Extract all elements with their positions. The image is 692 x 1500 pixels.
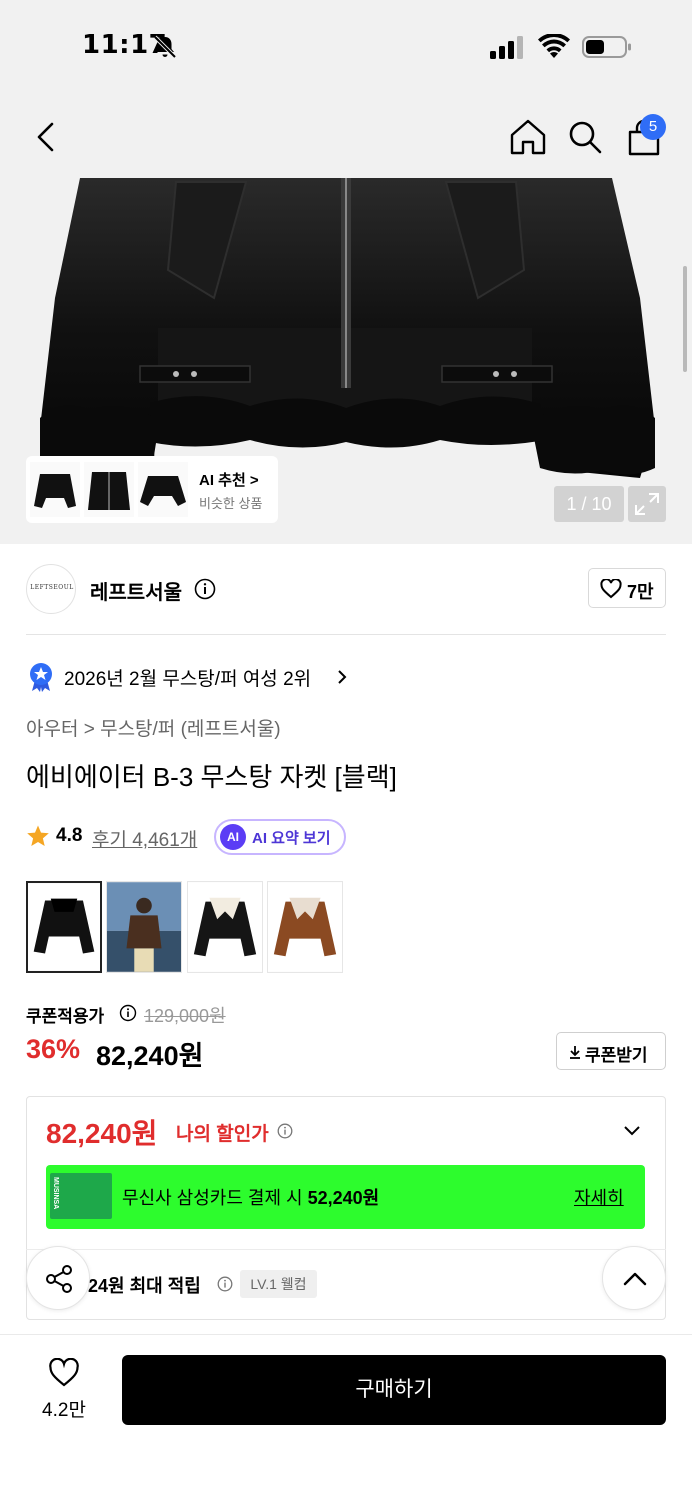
star-icon [27, 825, 49, 846]
wifi-icon [538, 34, 570, 58]
variant-thumb-black[interactable] [26, 881, 102, 973]
share-button[interactable] [26, 1246, 90, 1310]
samsung-card-image: MUSINSA [50, 1173, 112, 1219]
chevron-down-icon[interactable] [622, 1124, 642, 1138]
status-bar: 11:17 [0, 0, 692, 94]
get-coupon-button[interactable]: 쿠폰받기 [556, 1032, 666, 1070]
scroll-indicator[interactable] [683, 266, 687, 372]
product-title: 에비에이터 B-3 무스탕 자켓 [블랙] [26, 762, 397, 792]
original-price: 129,000원 [144, 1006, 226, 1026]
expand-icon [635, 493, 659, 515]
search-icon[interactable] [566, 118, 604, 156]
ranking-badge-icon [30, 663, 52, 692]
my-discount-price: 82,240원 [46, 1118, 158, 1149]
card-promo-banner[interactable]: MUSINSA 무신사 삼성카드 결제 시 52,240원 자세히 [46, 1165, 645, 1229]
variant-thumb-model[interactable] [106, 881, 182, 973]
promo-details-link[interactable]: 자세히 [574, 1184, 624, 1210]
bell-muted-icon [153, 35, 177, 59]
scroll-top-button[interactable] [602, 1246, 666, 1310]
battery-icon [582, 36, 631, 58]
info-icon[interactable] [217, 1276, 233, 1292]
ai-recommend-title: AI 추천 > [199, 472, 259, 489]
my-discount-label: 나의 할인가 [176, 1124, 269, 1145]
coupon-price-label: 쿠폰적용가 [26, 1007, 105, 1026]
breadcrumb[interactable]: 아우터 > 무스탕/퍼 (레프트서울) [26, 714, 281, 741]
home-icon[interactable] [508, 118, 548, 156]
info-icon[interactable] [194, 578, 216, 600]
divider [26, 1249, 666, 1250]
variant-thumb-brown[interactable] [267, 881, 343, 973]
image-counter: 1 / 10 [554, 486, 624, 522]
wish-count: 4.2만 [42, 1400, 86, 1421]
back-icon[interactable] [30, 120, 62, 154]
brand-name[interactable]: 레프트서울 [90, 576, 182, 605]
brand-logo-text: LEFTSEOUL [30, 584, 74, 591]
buy-button[interactable]: 구매하기 [122, 1355, 666, 1425]
ai-summary-button[interactable]: AI AI 요약 보기 [214, 819, 346, 855]
rating-value: 4.8 [56, 825, 83, 846]
ai-recommend-card[interactable]: AI 추천 > 비슷한 상품 [26, 456, 278, 523]
promo-prefix: 무신사 삼성카드 결제 시 [122, 1188, 308, 1208]
get-coupon-label: 쿠폰받기 [585, 1046, 648, 1065]
sale-price: 82,240원 [96, 1041, 204, 1071]
divider [26, 634, 666, 635]
brand-like-count: 7만 [627, 582, 654, 602]
info-icon[interactable] [277, 1123, 293, 1139]
discount-rate: 36% [26, 1034, 81, 1064]
chevron-up-icon [623, 1272, 647, 1286]
review-count-link[interactable]: 후기 4,461개 [92, 825, 197, 852]
brand-logo[interactable]: LEFTSEOUL [26, 564, 76, 614]
ai-summary-label: AI 요약 보기 [252, 830, 331, 847]
download-icon [570, 1046, 580, 1059]
promo-text: 무신사 삼성카드 결제 시 52,240원 [122, 1184, 379, 1210]
heart-icon[interactable] [48, 1358, 80, 1388]
ai-recommend-subtitle: 비슷한 상품 [199, 496, 263, 511]
heart-icon [600, 579, 622, 599]
member-level-tag: LV.1 웰컴 [240, 1270, 317, 1298]
similar-item-thumb[interactable] [138, 462, 188, 517]
brand-like-button[interactable]: 7만 [588, 568, 666, 608]
share-icon [46, 1265, 72, 1293]
similar-item-thumb[interactable] [84, 462, 134, 517]
expand-button[interactable] [628, 486, 666, 522]
card-brand-text: MUSINSA [52, 1177, 59, 1210]
promo-price: 52,240원 [307, 1188, 380, 1208]
ranking-text[interactable]: 2026년 2월 무스탕/퍼 여성 2위 [64, 664, 311, 691]
ai-badge-icon: AI [220, 824, 246, 850]
variant-thumb-black-cream[interactable] [187, 881, 263, 973]
max-points-text: 24원 최대 적립 [88, 1276, 201, 1296]
signal-icon [490, 36, 523, 59]
similar-item-thumb[interactable] [30, 462, 80, 517]
chevron-right-icon[interactable] [335, 668, 349, 686]
cart-count-badge: 5 [640, 114, 666, 140]
info-icon[interactable] [119, 1004, 137, 1022]
